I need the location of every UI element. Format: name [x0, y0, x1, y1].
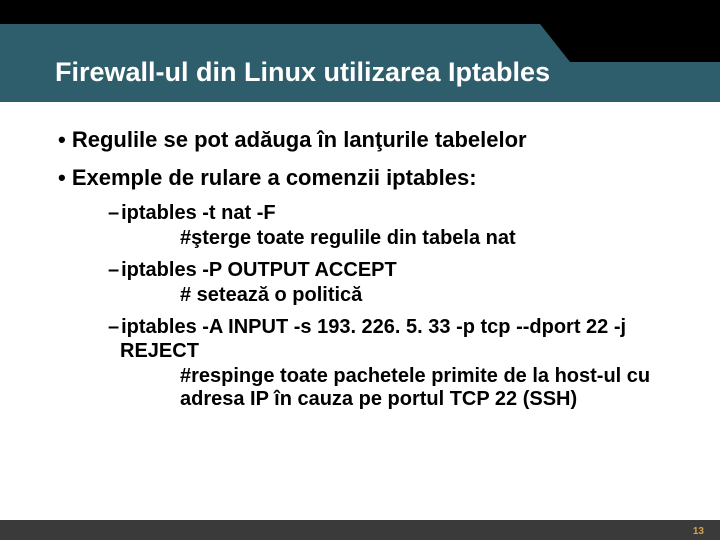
bullet-level1: Exemple de rulare a comenzii iptables: [58, 164, 670, 192]
footer-bar: 13 [0, 520, 720, 540]
example-command: iptables -A INPUT -s 193. 226. 5. 33 -p … [58, 315, 670, 363]
slide: Firewall-ul din Linux utilizarea Iptable… [0, 0, 720, 540]
example-command: iptables -t nat -F [58, 201, 670, 225]
header-notch [570, 24, 720, 62]
slide-body: Regulile se pot adăuga în lanţurile tabe… [0, 102, 720, 520]
example-comment: # setează o politică [58, 284, 670, 307]
slide-title: Firewall-ul din Linux utilizarea Iptable… [55, 58, 680, 88]
example-command: iptables -P OUTPUT ACCEPT [58, 258, 670, 282]
example-comment: #respinge toate pachetele primite de la … [58, 365, 670, 411]
bullet-level1: Regulile se pot adăuga în lanţurile tabe… [58, 126, 670, 154]
example-comment: #şterge toate regulile din tabela nat [58, 227, 670, 250]
page-number: 13 [693, 526, 704, 537]
